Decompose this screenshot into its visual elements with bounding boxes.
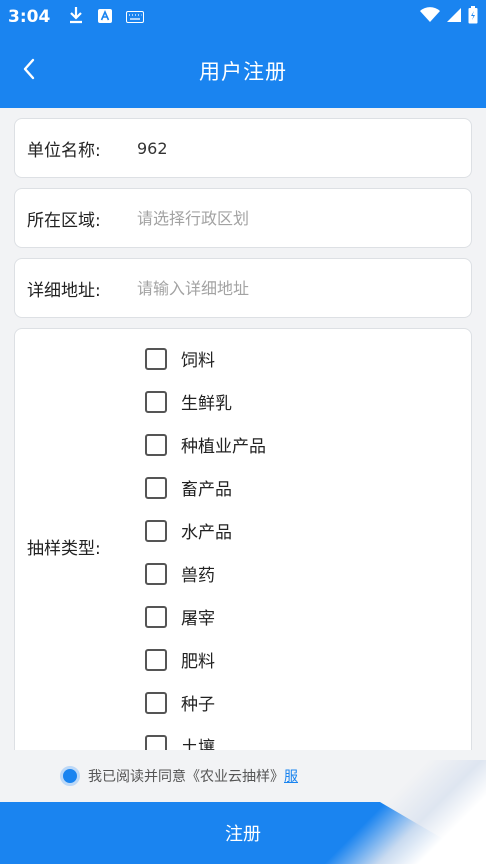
option-label: 种子 [181,695,215,715]
checkbox[interactable] [145,347,167,370]
region-card: 所在区域: [14,188,472,248]
battery-icon [468,6,478,28]
address-card: 详细地址: [14,258,472,318]
checkbox[interactable] [145,562,167,585]
sample-type-option[interactable]: 饲料 [145,337,266,380]
chevron-left-icon [22,58,36,84]
status-bar: 3:04 [0,0,486,34]
wifi-icon [420,7,440,27]
sample-type-option[interactable]: 兽药 [145,552,266,595]
checkbox[interactable] [145,691,167,714]
a-badge-icon [98,8,113,27]
unit-name-label: 单位名称: [27,140,101,161]
sample-type-option[interactable]: 生鲜乳 [145,380,266,423]
sample-type-option[interactable]: 屠宰 [145,595,266,638]
option-label: 水产品 [181,523,232,543]
agreement-text: 我已阅读并同意《农业云抽样》 [88,769,284,785]
sample-type-label: 抽样类型: [27,539,101,559]
sample-type-list: 饲料 生鲜乳 种植业产品 畜产品 水产品 兽药 屠宰 肥料 种子 土壤 [145,337,266,767]
unit-name-card: 单位名称: [14,118,472,178]
page-title: 用户注册 [199,60,287,84]
app-bar: 用户注册 [0,34,486,108]
download-icon [68,6,84,28]
back-button[interactable] [22,54,66,88]
sample-type-option[interactable]: 畜产品 [145,466,266,509]
checkbox[interactable] [145,433,167,456]
address-label: 详细地址: [27,280,101,301]
register-button[interactable]: 注册 [0,802,486,864]
sample-type-option[interactable]: 水产品 [145,509,266,552]
agreement-link[interactable]: 服 [284,766,298,786]
checkbox[interactable] [145,605,167,628]
option-label: 畜产品 [181,480,232,500]
option-label: 肥料 [181,652,215,672]
agreement-row: 我已阅读并同意《农业云抽样》 服 [0,750,486,802]
checkbox[interactable] [145,476,167,499]
sample-type-card: 抽样类型: 饲料 生鲜乳 种植业产品 畜产品 水产品 兽药 屠宰 肥料 种子 土… [14,328,472,768]
register-button-label: 注册 [225,824,261,844]
unit-name-input[interactable] [137,138,437,158]
status-time: 3:04 [8,7,51,27]
address-input[interactable] [137,278,437,298]
region-label: 所在区域: [27,210,101,231]
checkbox[interactable] [145,648,167,671]
checkbox[interactable] [145,519,167,542]
option-label: 屠宰 [181,609,215,629]
option-label: 兽药 [181,566,215,586]
keyboard-icon [126,8,145,27]
option-label: 生鲜乳 [181,394,232,414]
sample-type-option[interactable]: 种植业产品 [145,423,266,466]
agreement-radio[interactable] [60,766,80,786]
option-label: 种植业产品 [181,437,266,457]
sample-type-option[interactable]: 肥料 [145,638,266,681]
region-selector[interactable] [137,208,437,228]
checkbox[interactable] [145,390,167,413]
signal-icon [446,7,462,27]
sample-type-option[interactable]: 种子 [145,681,266,724]
option-label: 饲料 [181,351,215,371]
